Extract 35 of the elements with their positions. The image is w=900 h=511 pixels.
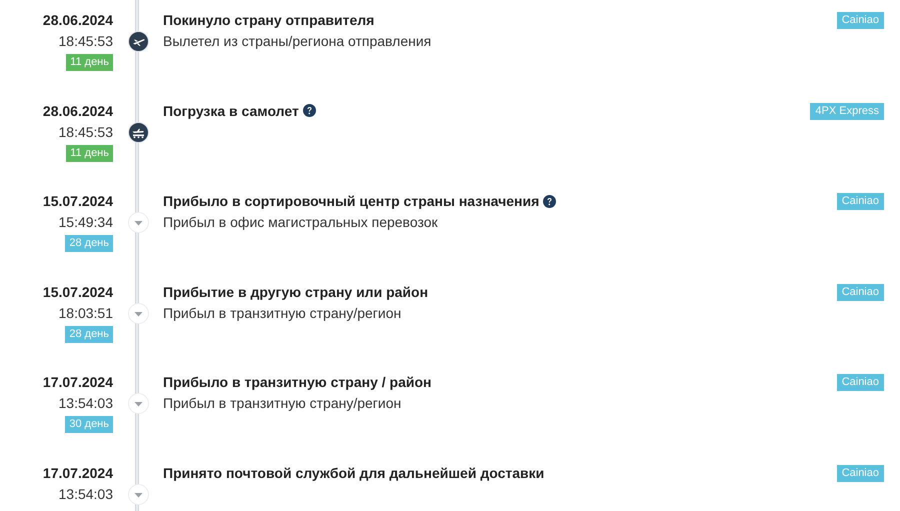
day-count-badge: 30 день [65,416,113,433]
event-time: 18:03:51 [58,304,113,322]
event-time: 18:45:53 [58,122,113,140]
event-title: Прибытие в другую страну или район [163,282,428,300]
event-date: 28.06.2024 [42,11,113,29]
carrier-badge: Cainiao [836,284,884,300]
help-icon[interactable] [543,194,556,208]
carrier-badge: Cainiao [836,193,884,210]
carrier-badge: Cainiao [836,12,884,29]
help-icon[interactable] [302,104,316,117]
event-title: Принято почтовой службой для дальнейшей доставки [163,464,544,482]
event-date: 15.07.2024 [42,192,113,210]
event-date: 17.07.2024 [42,464,113,482]
event-time: 13:54:03 [58,484,113,502]
event-time: 15:49:34 [58,213,113,231]
day-count-badge: 11 день [66,144,113,162]
event-date: 17.07.2024 [42,373,113,391]
day-count-badge: 28 день [65,326,113,342]
day-count-badge: 28 день [65,235,113,252]
event-title: Прибыло в транзитную страну / район [163,373,432,391]
event-title: Погрузка в самолет [163,102,299,120]
event-time: 18:45:53 [58,32,113,50]
event-title: Прибыло в сортировочный центр страны назначения [163,192,540,210]
event-description: Прибыл в транзитную страну/регион [163,394,402,412]
event-description: Прибыл в транзитную страну/регион [163,304,402,322]
event-date: 15.07.2024 [42,282,113,300]
event-title: Покинуло страну отправителя [163,11,374,29]
event-time: 13:54:03 [58,394,113,412]
carrier-badge: 4PX Express [810,102,884,120]
day-count-badge: 11 день [66,54,113,71]
event-date: 28.06.2024 [42,102,113,120]
event-description: Прибыл в офис магистральных перевозок [163,213,439,231]
event-description: Вылетел из страны/региона отправления [163,32,432,50]
carrier-badge: Cainiao [836,464,884,482]
carrier-badge: Cainiao [836,374,884,391]
